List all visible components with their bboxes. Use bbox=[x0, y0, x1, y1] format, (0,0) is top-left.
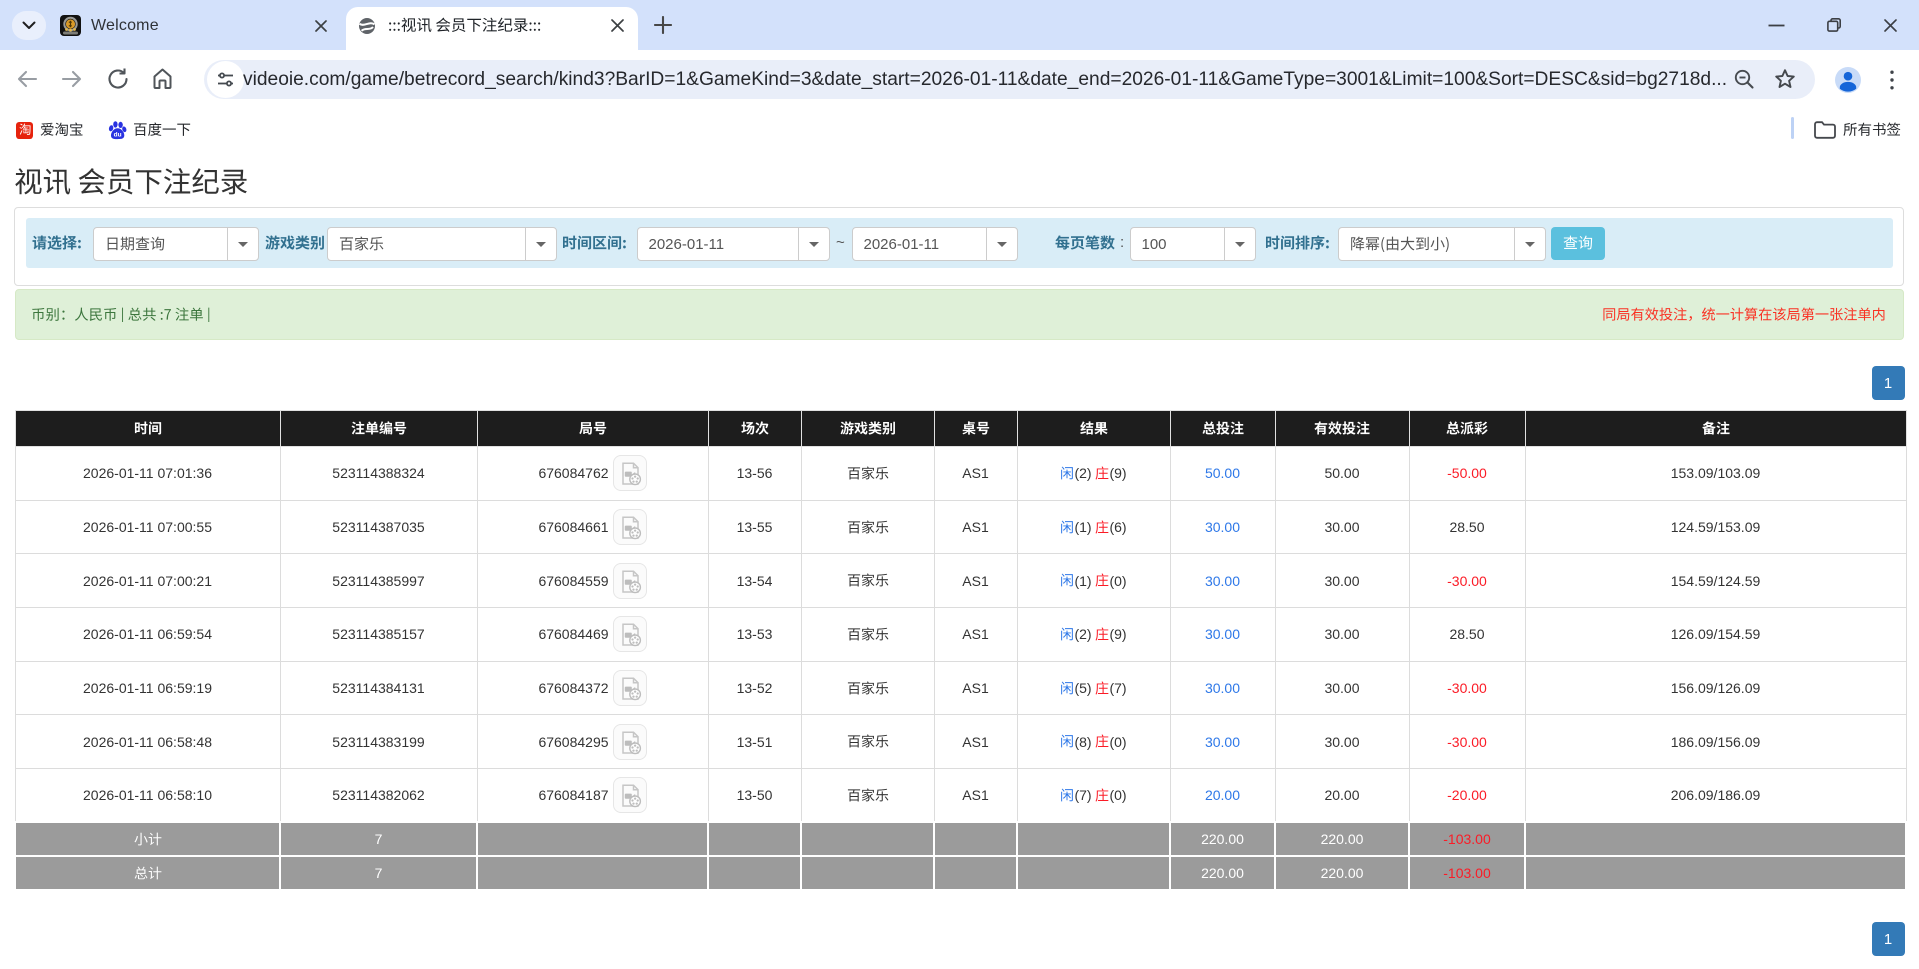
svg-text:du: du bbox=[114, 131, 122, 138]
